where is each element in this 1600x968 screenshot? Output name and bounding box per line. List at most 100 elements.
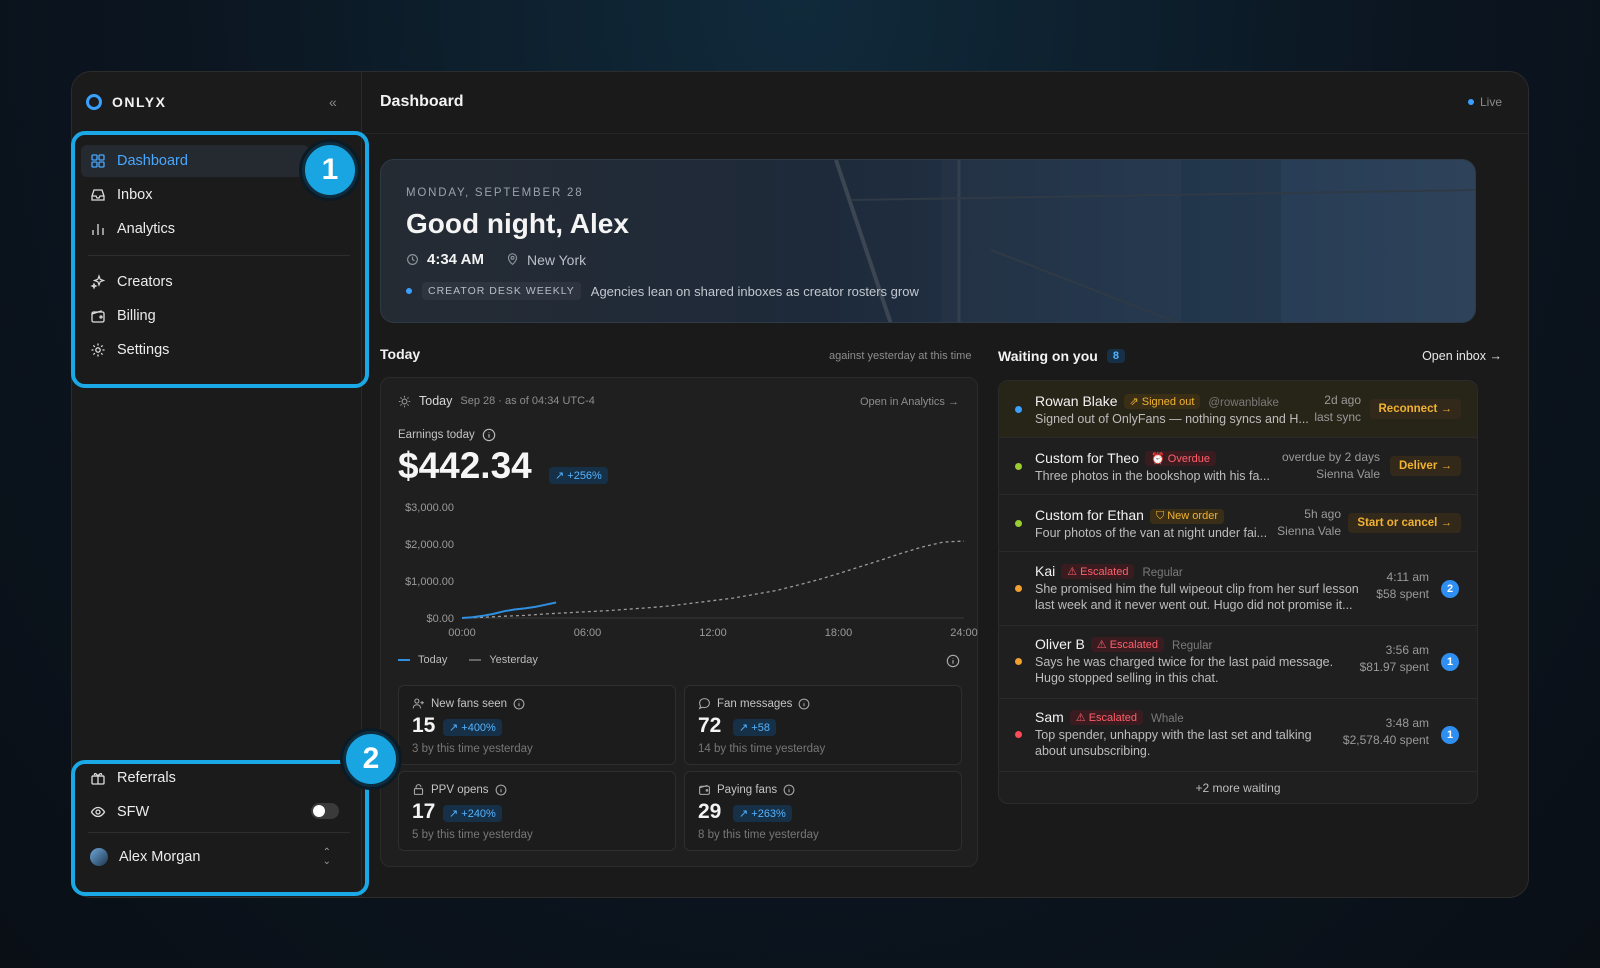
waiting-row[interactable]: Oliver B ⚠ Escalated Regular Says he was c… <box>999 626 1477 699</box>
sfw-toggle[interactable] <box>311 803 339 819</box>
row-time: overdue by 2 days Sienna Vale <box>1282 449 1380 483</box>
row-message: Top spender, unhappy with the last set a… <box>1035 728 1312 758</box>
wallet-icon <box>699 784 710 795</box>
sidebar-item-referrals[interactable]: Referrals <box>81 762 309 794</box>
referrals-label: Referrals <box>117 770 176 786</box>
callout-badge-1: 1 <box>302 142 358 198</box>
info-icon[interactable] <box>513 698 525 710</box>
inbox-icon <box>91 189 105 201</box>
location-pin-icon <box>507 253 518 266</box>
row-time-secondary: Sienna Vale <box>1316 467 1380 481</box>
stat-value: 17 <box>412 800 436 823</box>
earnings-label: Earnings today <box>398 429 475 441</box>
open-inbox-link[interactable]: Open inbox → <box>1422 349 1502 363</box>
wallet-icon <box>91 310 105 323</box>
waiting-row[interactable]: Kai ⚠ Escalated Regular She promised him t… <box>999 552 1477 626</box>
chat-bubble-icon <box>698 698 710 710</box>
status-dot <box>1015 658 1022 665</box>
sidebar-item-analytics[interactable]: Analytics <box>81 213 309 245</box>
row-time-primary: 2d ago <box>1324 393 1361 407</box>
earnings-chart: $3,000.00 $2,000.00 $1,000.00 $0.00 00:00 06:… <box>405 502 978 639</box>
legend-today-swatch <box>398 659 410 661</box>
avatar <box>90 848 108 866</box>
legend-yesterday-swatch <box>469 659 482 661</box>
x-tick-label: 12:00 <box>699 627 727 639</box>
hero-date: MONDAY, SEPTEMBER 28 <box>406 187 584 199</box>
stat-label: PPV opens <box>431 783 489 796</box>
stat-ppv-opens[interactable]: PPV opens 17 ↗ +240% 5 by this time yest… <box>398 771 676 851</box>
today-compare-note: against yesterday at this time <box>829 350 972 362</box>
series-line-today <box>461 601 557 619</box>
y-tick-label: $1,000.00 <box>405 576 454 588</box>
clock-icon <box>407 254 418 265</box>
stat-value: 29 <box>698 800 722 823</box>
row-time: 4:11 am $58 spent <box>1376 569 1429 603</box>
stat-paying-fans[interactable]: Paying fans 29 ↗ +263% 8 by this time ye… <box>684 771 962 851</box>
main-content: Dashboard Live MONDAY, SEPTEMBER 28 Good… <box>363 72 1528 897</box>
row-name: Sam <box>1035 709 1064 725</box>
more-waiting-link[interactable]: +2 more waiting <box>999 772 1477 803</box>
x-tick-label: 18:00 <box>825 627 853 639</box>
open-analytics-link[interactable]: Open in Analytics → <box>860 396 959 408</box>
stat-change: ↗ +58 <box>733 719 776 736</box>
row-title-line: Kai ⚠ Escalated Regular <box>1035 563 1183 579</box>
row-title-line: Sam ⚠ Escalated Whale <box>1035 709 1184 725</box>
row-time-secondary: $2,578.40 spent <box>1342 733 1429 747</box>
live-status: Live <box>1467 95 1502 109</box>
reconnect-button[interactable]: Reconnect → <box>1369 399 1461 419</box>
row-name: Custom for Ethan <box>1035 507 1144 523</box>
brand-name: ONLYX <box>112 94 167 110</box>
user-plus-icon <box>412 698 424 709</box>
user-menu[interactable]: Alex Morgan ⌃ ⌄ <box>81 841 343 873</box>
status-dot <box>1015 463 1022 470</box>
waiting-row[interactable]: Custom for Theo ⏰ Overdue Three photos in… <box>999 438 1477 495</box>
waiting-row[interactable]: Rowan Blake ⇗ Signed out @rowanblake Signe… <box>999 381 1477 438</box>
sun-icon <box>398 395 411 407</box>
sidebar-item-billing[interactable]: Billing <box>81 300 309 332</box>
waiting-row[interactable]: Custom for Ethan ⛉ New order Four photos … <box>999 495 1477 552</box>
hero-news[interactable]: CREATOR DESK WEEKLY Agencies lean on sha… <box>406 282 919 300</box>
sidebar-item-inbox[interactable]: Inbox <box>81 179 309 211</box>
stat-value: 15 <box>412 714 436 737</box>
row-time-secondary: $81.97 spent <box>1359 660 1429 674</box>
sidebar-item-dashboard[interactable]: Dashboard <box>81 145 309 177</box>
stat-change: ↗ +400% <box>443 719 502 736</box>
stat-new-fans[interactable]: New fans seen 15 ↗ +400% 3 by this time … <box>398 685 676 765</box>
app-window: ONLYX « Dashboard Inbox Analytics Creato… <box>71 71 1529 898</box>
collapse-sidebar-icon[interactable]: « <box>329 94 337 110</box>
unread-count-badge: 1 <box>1441 653 1459 671</box>
row-time-secondary: last sync <box>1314 410 1361 424</box>
row-tier: Whale <box>1151 713 1184 725</box>
unread-count-badge: 1 <box>1441 726 1459 744</box>
x-tick-label: 00:00 <box>448 627 476 639</box>
row-time-primary: 3:56 am <box>1385 643 1429 657</box>
info-icon[interactable] <box>495 784 507 796</box>
row-title-line: Rowan Blake ⇗ Signed out @rowanblake <box>1035 393 1279 409</box>
sidebar-item-settings[interactable]: Settings <box>81 334 309 366</box>
row-status-pill: ⚠ Escalated <box>1069 710 1144 725</box>
row-time: 3:56 am $81.97 spent <box>1360 642 1429 676</box>
divider <box>88 832 350 833</box>
stat-label-row: PPV opens <box>412 783 507 796</box>
status-dot <box>1015 731 1022 738</box>
hero-banner: MONDAY, SEPTEMBER 28 Good night, Alex 4:… <box>380 159 1476 323</box>
row-status-pill: ⇗ Signed out <box>1123 394 1201 409</box>
info-icon[interactable] <box>783 784 795 796</box>
chart-info-icon[interactable] <box>946 654 960 668</box>
row-time-secondary: Sienna Vale <box>1277 524 1341 538</box>
info-icon[interactable] <box>482 428 496 442</box>
sidebar-item-creators[interactable]: Creators <box>81 266 309 298</box>
row-time-primary: overdue by 2 days <box>1281 450 1380 464</box>
stat-fan-messages[interactable]: Fan messages 72 ↗ +58 14 by this time ye… <box>684 685 962 765</box>
news-dot-icon <box>406 288 412 294</box>
deliver-button[interactable]: Deliver → <box>1389 456 1461 476</box>
hero-greeting: Good night, Alex <box>406 208 629 239</box>
start-or-cancel-button[interactable]: Start or cancel → <box>1348 513 1461 533</box>
stat-sub: 5 by this time yesterday <box>412 829 533 841</box>
stat-sub: 8 by this time yesterday <box>698 829 819 841</box>
row-time: 5h ago Sienna Vale <box>1277 506 1341 540</box>
info-icon[interactable] <box>798 698 810 710</box>
sidebar-item-label: Creators <box>117 274 173 290</box>
waiting-row[interactable]: Sam ⚠ Escalated Whale Top spender, unhappy… <box>999 699 1477 772</box>
stat-change: ↗ +240% <box>443 805 502 822</box>
